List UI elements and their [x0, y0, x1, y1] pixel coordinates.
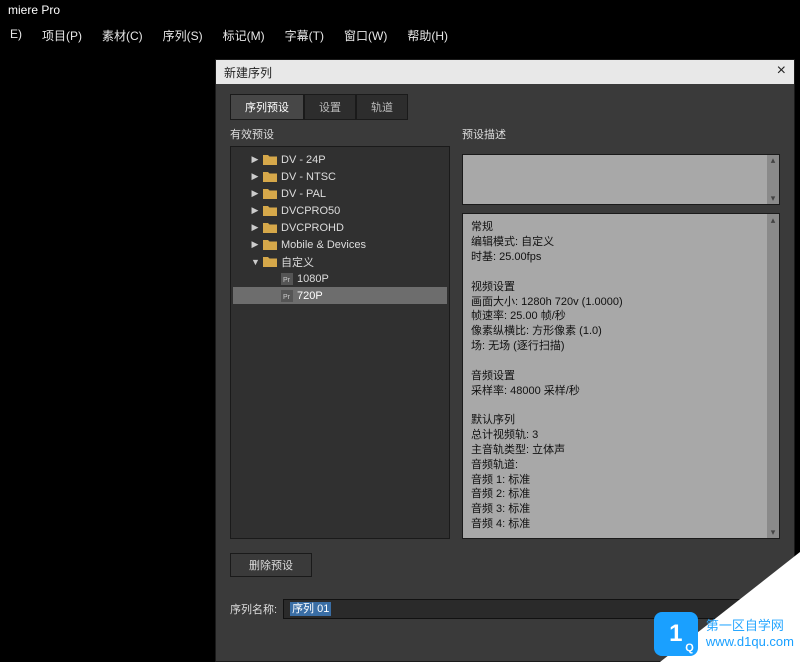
svg-text:Pr: Pr	[283, 277, 291, 284]
tree-item-label: 720P	[297, 290, 323, 302]
tree-folder[interactable]: ▶ DV - PAL	[233, 185, 447, 202]
folder-icon	[263, 205, 277, 216]
folder-icon	[263, 154, 277, 165]
scrollbar[interactable]: ▴▾	[767, 214, 779, 538]
chevron-right-icon[interactable]: ▶	[251, 154, 259, 165]
watermark-badge: 1 Q	[654, 612, 698, 656]
chevron-right-icon[interactable]: ▶	[251, 239, 259, 250]
tree-item-label: DV - PAL	[281, 188, 326, 200]
watermark-badge-sub: Q	[685, 642, 694, 654]
chevron-down-icon[interactable]: ▼	[251, 257, 259, 267]
tree-file[interactable]: Pr 1080P	[233, 270, 447, 287]
tree-item-label: DV - NTSC	[281, 171, 336, 183]
dialog-titlebar: 新建序列 ×	[216, 60, 794, 84]
tree-folder[interactable]: ▶ DVCPROHD	[233, 219, 447, 236]
watermark: 1 Q 第一区自学网 www.d1qu.com	[654, 612, 794, 656]
chevron-right-icon[interactable]: ▶	[251, 171, 259, 182]
watermark-line2: www.d1qu.com	[706, 634, 794, 650]
folder-icon	[263, 171, 277, 182]
watermark-line1: 第一区自学网	[706, 618, 794, 634]
preset-file-icon: Pr	[281, 290, 293, 302]
chevron-right-icon[interactable]: ▶	[251, 188, 259, 199]
tab-tracks[interactable]: 轨道	[356, 94, 408, 120]
presets-panel: 有效预设 ▶ DV - 24P ▶ DV - NTSC ▶ DV - PAL ▶ DVCPRO…	[230, 126, 450, 539]
tab-settings[interactable]: 设置	[304, 94, 356, 120]
tabs: 序列预设 设置 轨道	[230, 94, 780, 120]
tree-item-label: 1080P	[297, 273, 329, 285]
sequence-name-label: 序列名称:	[230, 601, 277, 617]
folder-icon	[263, 222, 277, 233]
app-title: miere Pro	[8, 3, 60, 17]
tree-item-label: DV - 24P	[281, 154, 326, 166]
tree-item-label: DVCPRO50	[281, 205, 340, 217]
menu-item[interactable]: 窗口(W)	[334, 24, 397, 47]
tree-item-label: DVCPROHD	[281, 222, 344, 234]
tree-folder[interactable]: ▶ DV - 24P	[233, 151, 447, 168]
presets-tree[interactable]: ▶ DV - 24P ▶ DV - NTSC ▶ DV - PAL ▶ DVCPRO50 ▶ DV…	[230, 146, 450, 539]
close-icon[interactable]: ×	[777, 62, 786, 80]
menu-item[interactable]: 帮助(H)	[397, 24, 458, 47]
dialog-title: 新建序列	[224, 64, 272, 81]
description-panel: 预设描述 ▴▾ 常规 编辑模式: 自定义 时基: 25.00fps 视频设置 画…	[462, 126, 780, 539]
watermark-badge-text: 1	[669, 620, 682, 648]
menu-item[interactable]: 项目(P)	[32, 24, 92, 47]
tree-folder[interactable]: ▶ DVCPRO50	[233, 202, 447, 219]
folder-icon	[263, 256, 277, 267]
tree-folder[interactable]: ▶ DV - NTSC	[233, 168, 447, 185]
folder-icon	[263, 188, 277, 199]
menu-item[interactable]: 序列(S)	[153, 24, 213, 47]
preset-details-text: 常规 编辑模式: 自定义 时基: 25.00fps 视频设置 画面大小: 128…	[471, 220, 761, 532]
menu-item[interactable]: 标记(M)	[213, 24, 275, 47]
svg-text:Pr: Pr	[283, 294, 291, 301]
chevron-right-icon[interactable]: ▶	[251, 222, 259, 233]
menu-item[interactable]: 字幕(T)	[275, 24, 334, 47]
tree-folder[interactable]: ▶ Mobile & Devices	[233, 236, 447, 253]
preset-file-icon: Pr	[281, 273, 293, 285]
tree-file[interactable]: Pr 720P	[233, 287, 447, 304]
description-box: ▴▾	[462, 154, 780, 205]
menubar: E) 项目(P) 素材(C) 序列(S) 标记(M) 字幕(T) 窗口(W) 帮…	[0, 22, 800, 49]
preset-details: 常规 编辑模式: 自定义 时基: 25.00fps 视频设置 画面大小: 128…	[462, 213, 780, 539]
presets-label: 有效预设	[230, 126, 450, 142]
folder-icon	[263, 239, 277, 250]
tab-presets[interactable]: 序列预设	[230, 94, 304, 120]
description-label: 预设描述	[462, 126, 780, 142]
tree-folder[interactable]: ▼ 自定义	[233, 253, 447, 270]
chevron-right-icon[interactable]: ▶	[251, 205, 259, 216]
tree-item-label: Mobile & Devices	[281, 239, 366, 251]
watermark-text: 第一区自学网 www.d1qu.com	[706, 618, 794, 649]
scrollbar[interactable]: ▴▾	[767, 155, 779, 204]
tree-item-label: 自定义	[281, 254, 314, 270]
sequence-name-value: 序列 01	[290, 602, 331, 616]
menu-item[interactable]: 素材(C)	[92, 24, 153, 47]
menu-item[interactable]: E)	[0, 24, 32, 47]
panels: 有效预设 ▶ DV - 24P ▶ DV - NTSC ▶ DV - PAL ▶ DVCPRO…	[230, 126, 780, 539]
delete-preset-button[interactable]: 删除预设	[230, 553, 312, 577]
